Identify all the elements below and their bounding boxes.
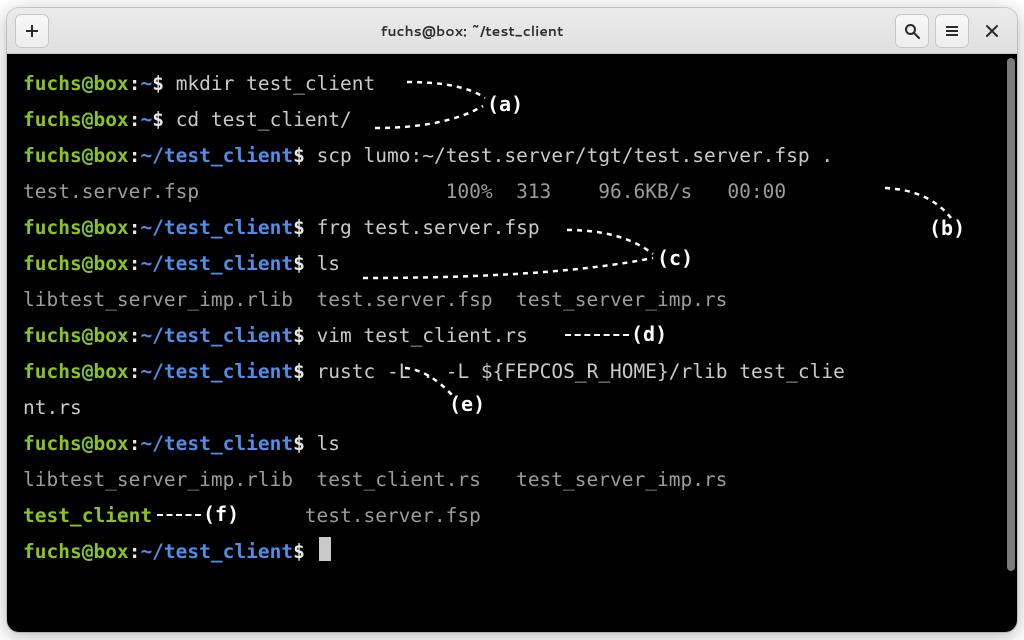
prompt-colon: :: [129, 72, 141, 95]
output-text: libtest_server_imp.rlib test.server.fsp …: [23, 288, 727, 311]
new-tab-button[interactable]: [15, 14, 49, 48]
terminal-viewport[interactable]: fuchs@box:~$ mkdir test_client fuchs@box…: [7, 54, 1017, 632]
menu-button[interactable]: [935, 14, 969, 48]
scrollbar[interactable]: [1007, 58, 1015, 628]
terminal-window: fuchs@box: ~/test_client fuchs@box:~$ mk…: [7, 8, 1017, 632]
output-text: test.server.fsp 100% 313 96.6KB/s 00:00: [23, 180, 786, 203]
command-text: ls: [317, 252, 340, 275]
prompt-host: box: [93, 72, 128, 95]
command-text: mkdir test_client: [176, 72, 376, 95]
command-text: vim test_client.rs: [317, 324, 528, 347]
hamburger-icon: [944, 23, 960, 39]
prompt-user: fuchs: [23, 72, 82, 95]
terminal-content[interactable]: fuchs@box:~$ mkdir test_client fuchs@box…: [7, 54, 1005, 632]
close-icon: [984, 23, 1000, 39]
close-button[interactable]: [975, 14, 1009, 48]
scrollbar-thumb[interactable]: [1007, 58, 1015, 571]
window-title: fuchs@box: ~/test_client: [49, 21, 895, 41]
search-button[interactable]: [895, 14, 929, 48]
plus-icon: [24, 23, 40, 39]
executable-name: test_client: [23, 504, 152, 527]
prompt-at: @: [82, 72, 94, 95]
output-text: libtest_server_imp.rlib test_client.rs t…: [23, 468, 727, 491]
command-wrap: nt.rs: [23, 396, 82, 419]
command-text: cd test_client/: [176, 108, 352, 131]
cursor: [319, 537, 331, 561]
command-text: ls: [317, 432, 340, 455]
prompt-path: ~: [140, 72, 152, 95]
command-text: scp lumo:~/test.server/tgt/test.server.f…: [317, 144, 834, 167]
output-text: test.server.fsp: [152, 504, 481, 527]
command-text: rustc -L . -L ${FEPCOS_R_HOME}/rlib test…: [317, 360, 845, 383]
search-icon: [904, 23, 920, 39]
command-text: frg test.server.fsp: [317, 216, 540, 239]
titlebar: fuchs@box: ~/test_client: [7, 8, 1017, 54]
prompt-symbol: $: [152, 72, 164, 95]
